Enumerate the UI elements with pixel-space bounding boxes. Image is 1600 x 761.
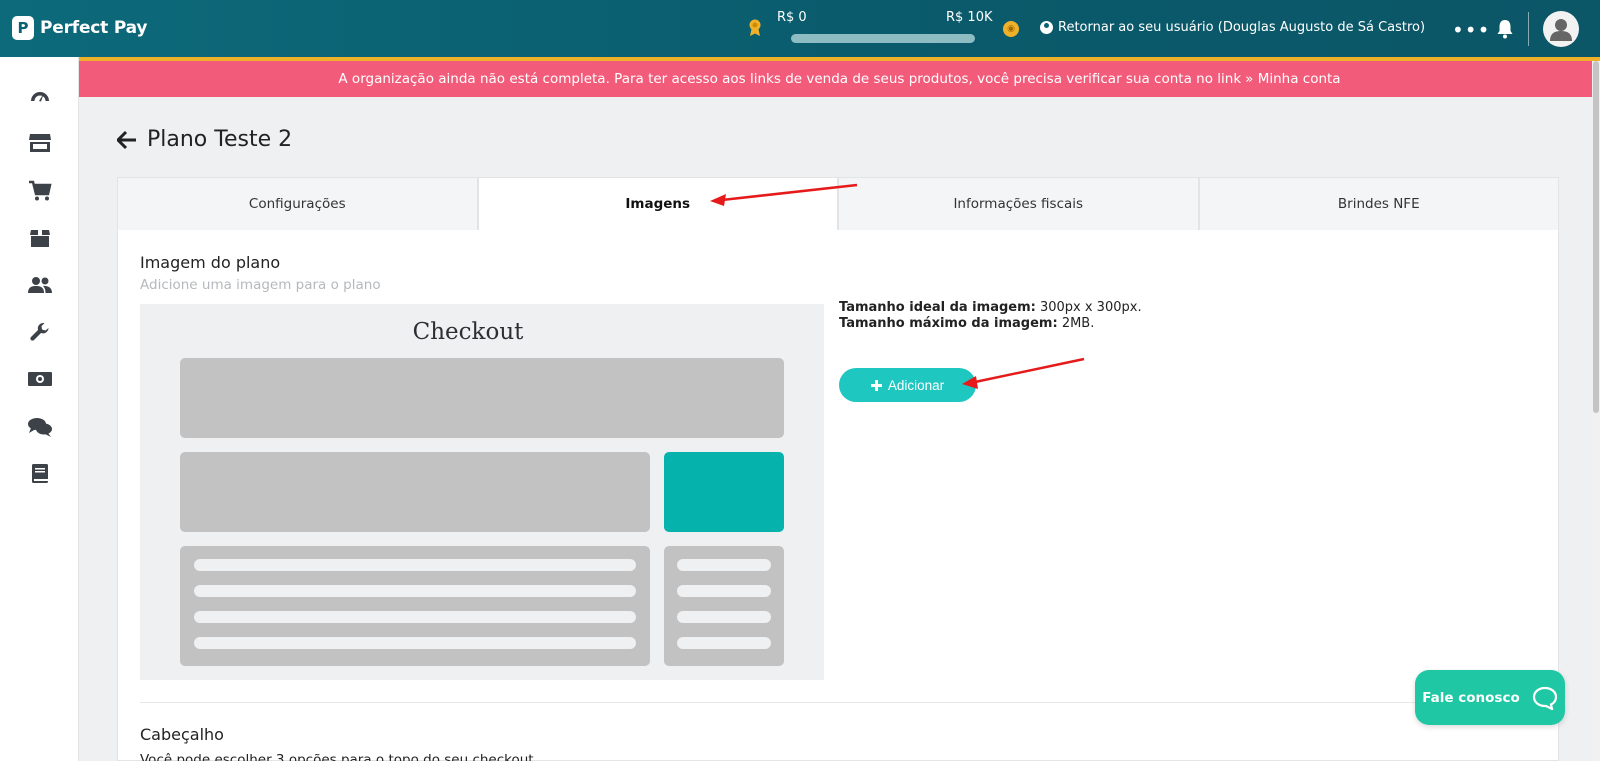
avatar[interactable] bbox=[1543, 11, 1579, 47]
plus-icon bbox=[870, 379, 882, 391]
sidebar-item-store[interactable] bbox=[26, 129, 54, 157]
bell-icon[interactable] bbox=[1496, 19, 1514, 39]
revenue-start-label: R$ 0 bbox=[777, 10, 807, 25]
award-icon bbox=[749, 19, 761, 36]
image-section-title: Imagem do plano bbox=[140, 253, 281, 272]
wrench-icon bbox=[30, 323, 49, 341]
user-avatar-icon bbox=[1550, 19, 1572, 41]
max-size-value: 2MB. bbox=[1061, 316, 1095, 331]
book-icon bbox=[32, 464, 48, 483]
chat-bubble-icon bbox=[1532, 686, 1557, 710]
sidebar bbox=[0, 57, 79, 761]
sidebar-item-dashboard[interactable] bbox=[26, 83, 54, 111]
sidebar-item-docs[interactable] bbox=[26, 460, 54, 488]
verification-banner: A organização ainda não está completa. P… bbox=[79, 61, 1600, 97]
sidebar-item-tools[interactable] bbox=[26, 318, 54, 346]
tab-bar: Configurações Imagens Informações fiscai… bbox=[117, 177, 1559, 231]
coin-icon: ◉ bbox=[1003, 21, 1019, 37]
logo[interactable]: P Perfect Pay bbox=[12, 16, 147, 40]
cart-icon bbox=[29, 180, 52, 201]
user-circle-icon bbox=[1040, 21, 1053, 34]
logo-text: Perfect Pay bbox=[40, 18, 148, 38]
sidebar-item-messages[interactable] bbox=[26, 413, 54, 441]
preview-form-line bbox=[194, 559, 636, 571]
users-icon bbox=[28, 277, 52, 293]
preview-form-line bbox=[194, 637, 636, 649]
preview-main-block bbox=[180, 452, 650, 532]
sidebar-item-finance[interactable] bbox=[26, 365, 54, 393]
dashboard-icon bbox=[31, 92, 49, 102]
preview-image-slot bbox=[664, 452, 784, 532]
ideal-size-row: Tamanho ideal da imagem: 300px x 300px. bbox=[839, 300, 1142, 316]
logo-mark: P bbox=[12, 16, 34, 40]
header-section-title: Cabeçalho bbox=[140, 725, 224, 744]
chat-icon bbox=[28, 418, 52, 437]
sidebar-item-users[interactable] bbox=[26, 271, 54, 299]
revenue-end-label: R$ 10K bbox=[946, 10, 993, 25]
preview-header-block bbox=[180, 358, 784, 438]
ideal-size-value: 300px x 300px. bbox=[1039, 300, 1142, 315]
checkout-preview-title: Checkout bbox=[412, 319, 524, 345]
preview-form-block bbox=[180, 546, 650, 666]
header-section-subtitle: Você pode escolher 3 opções para o topo … bbox=[140, 752, 534, 761]
store-icon bbox=[29, 134, 51, 152]
add-image-button-label: Adicionar bbox=[887, 377, 945, 393]
preview-summary-line bbox=[677, 611, 771, 623]
page-header: Plano Teste 2 bbox=[117, 127, 292, 152]
box-icon bbox=[30, 230, 50, 247]
scrollbar-thumb[interactable] bbox=[1593, 61, 1599, 413]
checkout-preview: Checkout bbox=[140, 304, 824, 680]
sidebar-item-products[interactable] bbox=[26, 224, 54, 252]
money-icon bbox=[28, 372, 52, 386]
contact-us-button[interactable]: Fale conosco bbox=[1415, 670, 1565, 725]
return-to-user-link[interactable]: Retornar ao seu usuário (Douglas Augusto… bbox=[1040, 20, 1425, 35]
max-size-row: Tamanho máximo da imagem: 2MB. bbox=[839, 316, 1142, 332]
tab-informacoes-fiscais[interactable]: Informações fiscais bbox=[838, 177, 1199, 231]
image-section-subtitle: Adicione uma imagem para o plano bbox=[140, 277, 381, 293]
preview-form-line bbox=[194, 585, 636, 597]
preview-form-line bbox=[194, 611, 636, 623]
max-size-label: Tamanho máximo da imagem: bbox=[839, 316, 1058, 331]
ideal-size-label: Tamanho ideal da imagem: bbox=[839, 300, 1036, 315]
image-size-info: Tamanho ideal da imagem: 300px x 300px. … bbox=[839, 300, 1142, 332]
contact-us-label: Fale conosco bbox=[1422, 689, 1520, 706]
return-to-user-text: Retornar ao seu usuário (Douglas Augusto… bbox=[1058, 20, 1426, 35]
tab-configuracoes[interactable]: Configurações bbox=[117, 177, 478, 231]
top-bar: P Perfect Pay R$ 0 R$ 10K ◉ Retornar ao … bbox=[0, 0, 1600, 57]
add-image-button[interactable]: Adicionar bbox=[839, 368, 976, 402]
banner-message: A organização ainda não está completa. P… bbox=[338, 71, 1242, 87]
more-options-icon[interactable]: ••• bbox=[1452, 18, 1490, 42]
page-title: Plano Teste 2 bbox=[147, 127, 293, 152]
page-scrollbar[interactable] bbox=[1592, 61, 1600, 761]
images-panel: Imagem do plano Adicione uma imagem para… bbox=[117, 230, 1559, 761]
section-divider bbox=[140, 702, 1538, 703]
top-divider bbox=[1528, 12, 1529, 46]
sidebar-item-cart[interactable] bbox=[26, 177, 54, 205]
preview-summary-block bbox=[664, 546, 784, 666]
preview-summary-line bbox=[677, 559, 771, 571]
back-arrow-icon[interactable] bbox=[117, 130, 137, 150]
preview-summary-line bbox=[677, 637, 771, 649]
banner-account-link[interactable]: » Minha conta bbox=[1245, 71, 1340, 87]
preview-summary-line bbox=[677, 585, 771, 597]
revenue-progress-bar bbox=[791, 34, 975, 43]
tab-imagens[interactable]: Imagens bbox=[477, 177, 838, 231]
tab-brindes-nfe[interactable]: Brindes NFE bbox=[1198, 177, 1559, 231]
